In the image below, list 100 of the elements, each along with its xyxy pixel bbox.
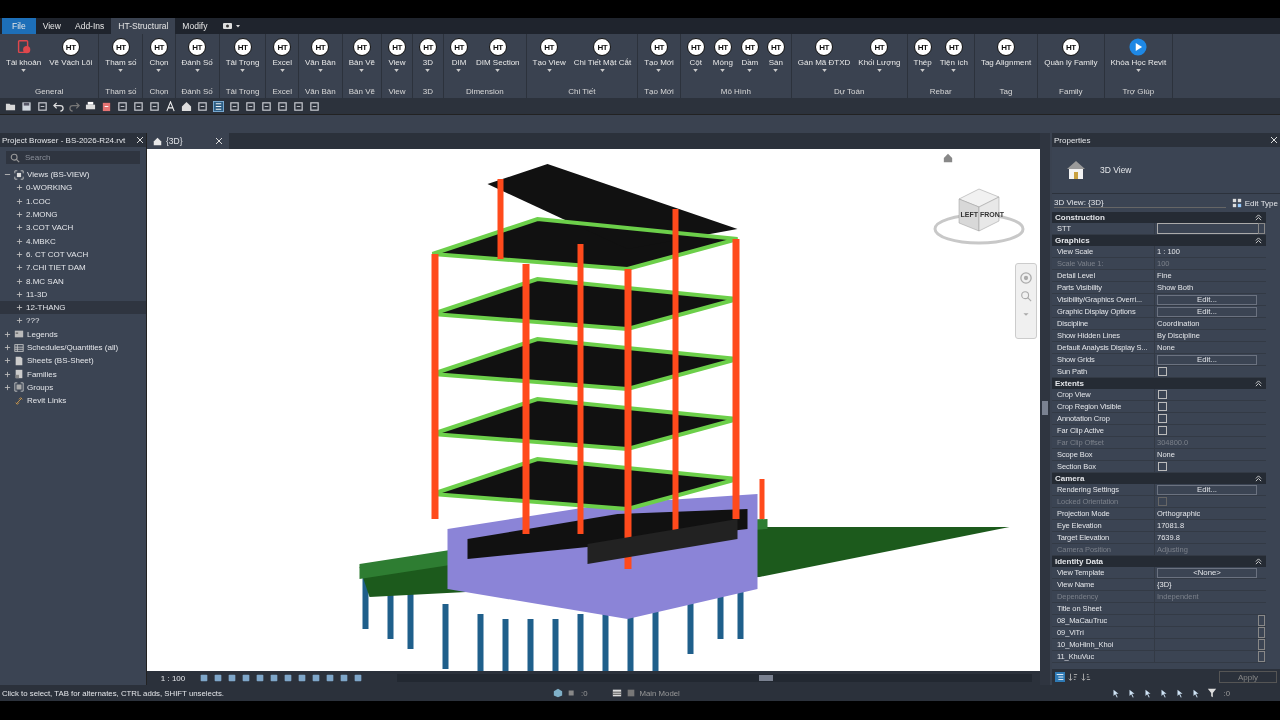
vertical-scrollbar[interactable] [1040, 133, 1050, 685]
instance-dropdown[interactable]: 3D View: {3D} [1054, 198, 1226, 208]
tree-item[interactable]: ??? [0, 314, 146, 328]
input-field[interactable] [1258, 651, 1265, 662]
ribbon-button[interactable]: HT Quản lý Family [1040, 34, 1102, 87]
ribbon-tab[interactable]: Add-Ins [68, 18, 112, 34]
tree-item[interactable]: 4.MBKC [0, 234, 146, 248]
undo-icon[interactable] [53, 100, 64, 112]
expand-icon[interactable] [16, 277, 23, 285]
ribbon-button[interactable]: HT Tạo View [528, 34, 570, 87]
tree-item[interactable]: 7.CHI TIET DAM [0, 261, 146, 275]
section-header[interactable]: Identity Data [1052, 556, 1266, 567]
ribbon-tab[interactable]: Modify [175, 18, 215, 34]
checkbox[interactable] [1158, 426, 1167, 435]
type-selector[interactable]: 3D View [1052, 147, 1280, 194]
ribbon-button[interactable]: HT Tag Alignment [976, 34, 1036, 87]
cube-icon[interactable] [553, 688, 563, 698]
ribbon-button[interactable]: HT Dầm [736, 34, 763, 87]
ribbon-button[interactable]: HT Tiện ích [935, 34, 972, 87]
text-icon[interactable] [165, 100, 176, 112]
ribbon-button[interactable]: HT Vẽ Vách Lõi [45, 34, 97, 87]
print-icon[interactable] [85, 100, 96, 112]
document-tab[interactable]: {3D} [147, 133, 229, 149]
expand-icon[interactable] [16, 250, 23, 258]
tree-item[interactable]: Schedules/Quantities (all) [0, 340, 146, 355]
expand-icon[interactable] [16, 184, 23, 192]
ribbon-button[interactable]: HT Excel [268, 34, 297, 87]
ribbon-button[interactable]: Tài khoản [2, 34, 46, 87]
section-header[interactable]: Graphics [1052, 235, 1266, 246]
checkbox[interactable] [1158, 390, 1167, 399]
home-icon[interactable] [181, 100, 192, 112]
expand-icon[interactable] [16, 317, 23, 325]
ribbon-button[interactable]: HT Tạo Mới [640, 34, 678, 87]
ribbon-tab[interactable]: HT-Structural [111, 18, 176, 34]
tree-item[interactable]: Revit Links [0, 394, 146, 408]
table-icon[interactable] [611, 688, 622, 698]
tree-item[interactable]: 0-WORKING [0, 181, 146, 195]
input-field[interactable] [1258, 639, 1265, 650]
tree-item[interactable]: 6. CT COT VACH [0, 247, 146, 262]
expand-icon[interactable] [16, 290, 23, 298]
expand-icon[interactable] [16, 197, 23, 205]
input-field[interactable] [1258, 627, 1265, 638]
checkbox[interactable] [1158, 414, 1167, 423]
ribbon-button[interactable]: HT Cột [682, 34, 709, 87]
section-header[interactable]: Extents [1052, 378, 1266, 389]
ribbon-button[interactable]: HT Móng [708, 34, 737, 87]
checkbox[interactable] [1158, 367, 1167, 376]
export-icon[interactable] [101, 100, 112, 112]
ribbon-button[interactable]: HT Khối Lượng [854, 34, 905, 87]
input-field[interactable] [1258, 615, 1265, 626]
input-field[interactable] [1157, 223, 1259, 234]
tree-item[interactable]: 1.COC [0, 194, 146, 208]
checkbox[interactable] [1158, 462, 1167, 471]
input-field[interactable] [1258, 223, 1265, 234]
ribbon-button[interactable]: HT DIM [446, 34, 472, 87]
expand-icon[interactable] [4, 357, 11, 365]
tree-item[interactable]: Legends [0, 327, 146, 341]
tree-item[interactable]: 3.COT VACH [0, 221, 146, 235]
tree-item[interactable]: 11-3D [0, 287, 146, 301]
checkbox[interactable] [1158, 402, 1167, 411]
categorized-icon[interactable] [1055, 672, 1065, 682]
ribbon-button[interactable]: HT Gán Mã ĐTXD [793, 34, 855, 87]
tree-item[interactable]: 8.MC SAN [0, 274, 146, 288]
ribbon-button[interactable]: HT Đánh Số [177, 34, 217, 87]
section-header[interactable]: Construction [1052, 212, 1266, 223]
ribbon-button[interactable]: HT Sàn [762, 34, 789, 87]
sort-descending-icon[interactable] [1081, 672, 1091, 682]
expand-icon[interactable] [16, 224, 23, 232]
tree-item[interactable]: Families [0, 367, 146, 381]
ribbon-tab[interactable]: View [35, 18, 68, 34]
tree-item[interactable]: 2.MONG [0, 207, 146, 222]
search-field[interactable]: Search [6, 151, 140, 164]
camera-dropdown-icon[interactable] [222, 22, 243, 30]
expand-icon[interactable] [4, 344, 11, 351]
horizontal-scrollbar[interactable] [397, 674, 1032, 682]
file-menu-button[interactable]: File [2, 18, 36, 34]
ribbon-button[interactable]: HT DIM Section [472, 34, 524, 87]
apply-button[interactable]: Apply [1219, 671, 1277, 683]
tree-item[interactable]: Groups [0, 380, 146, 395]
thin-icon[interactable] [213, 100, 224, 112]
ribbon-button[interactable]: HT Bản Vẽ [344, 34, 379, 87]
ribbon-button[interactable]: Khóa Học Revit [1106, 34, 1171, 87]
save-icon[interactable] [21, 100, 32, 112]
tree-item[interactable]: Sheets (BS-Sheet) [0, 354, 146, 368]
ribbon-button[interactable]: HT Chi Tiết Mặt Cắt [569, 34, 636, 87]
expand-icon[interactable] [4, 370, 11, 378]
ribbon-button[interactable]: HT View [384, 34, 410, 87]
tree-item[interactable]: Views (BS-VIEW) [0, 168, 146, 182]
expand-icon[interactable] [16, 211, 23, 219]
ribbon-button[interactable]: HT Chọn [145, 34, 173, 87]
redo-icon[interactable] [69, 100, 80, 112]
expand-icon[interactable] [16, 237, 23, 245]
expand-icon[interactable] [16, 304, 23, 312]
ribbon-button[interactable]: HT Tham số [101, 34, 141, 87]
section-header[interactable]: Camera [1052, 473, 1266, 484]
tree-item[interactable]: 12-THANG [0, 300, 146, 315]
expand-icon[interactable] [4, 383, 11, 391]
ribbon-button[interactable]: HT Thép [909, 34, 936, 87]
ribbon-button[interactable]: HT 3D [415, 34, 441, 87]
sort-ascending-icon[interactable] [1068, 672, 1078, 682]
